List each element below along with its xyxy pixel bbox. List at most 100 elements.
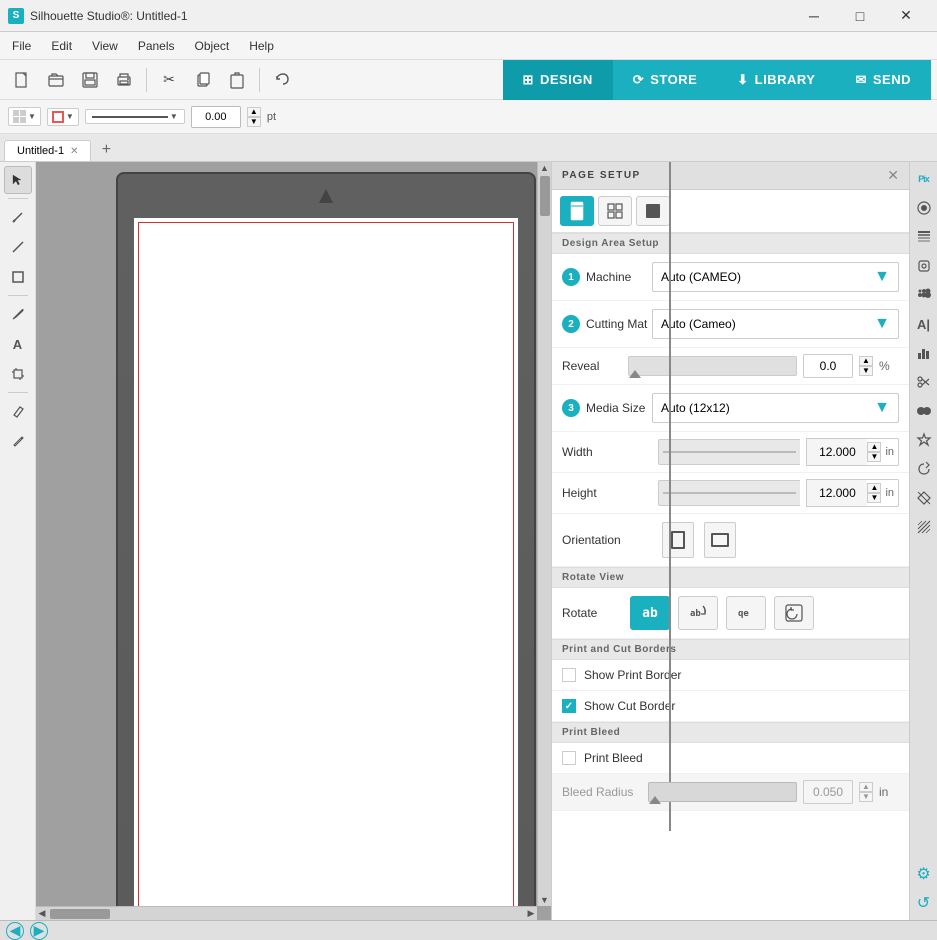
panel-close-button[interactable]: ✕ (887, 167, 899, 184)
bleed-radius-slider[interactable] (648, 782, 797, 802)
vertical-scrollbar[interactable]: ▲ ▼ (537, 162, 551, 906)
width-slider-line (663, 451, 796, 453)
paint-tool[interactable] (911, 195, 937, 221)
show-print-border-checkbox[interactable] (562, 668, 576, 682)
text-style-tool[interactable]: A| (911, 311, 937, 337)
color-swatch[interactable]: ▼ (47, 108, 79, 126)
menu-panels[interactable]: Panels (130, 35, 183, 57)
panel-tab-grid[interactable] (598, 196, 632, 226)
horizontal-scrollbar[interactable]: ◀ ▶ (36, 906, 537, 920)
document-tab[interactable]: Untitled-1 ✕ (4, 140, 91, 161)
store-icon: ⟳ (633, 72, 644, 88)
settings-gear-icon[interactable]: ⚙ (911, 861, 937, 887)
eraser-tool[interactable] (4, 397, 32, 425)
reveal-value-input[interactable] (803, 354, 853, 378)
knife-tool[interactable] (4, 203, 32, 231)
scroll-left-button[interactable]: ◀ (36, 908, 48, 920)
maximize-button[interactable]: □ (837, 0, 883, 32)
line-width-up[interactable]: ▲ (247, 107, 261, 117)
save-button[interactable] (74, 64, 106, 96)
new-tab-button[interactable]: + (95, 139, 117, 161)
pix-tool[interactable]: Pix (911, 166, 937, 192)
show-print-border-row: Show Print Border (552, 660, 909, 691)
machine-dropdown[interactable]: Auto (CAMEO) ▼ (652, 262, 899, 292)
nav-prev-button[interactable]: ◀ (6, 922, 24, 940)
scroll-thumb-h[interactable] (50, 909, 110, 919)
line-width-down[interactable]: ▼ (247, 117, 261, 127)
document-tab-close[interactable]: ✕ (70, 146, 78, 157)
nav-tab-library[interactable]: ⬇ LIBRARY (717, 60, 835, 100)
scissors-tool[interactable] (911, 369, 937, 395)
rotate-270-button[interactable] (774, 596, 814, 630)
pattern-swatch[interactable]: ▼ (8, 107, 41, 126)
scroll-thumb-v[interactable] (540, 176, 550, 216)
reveal-down[interactable]: ▼ (859, 366, 873, 376)
new-button[interactable] (6, 64, 38, 96)
width-input[interactable] (807, 439, 867, 465)
text-tool[interactable]: A (4, 330, 32, 358)
copy-button[interactable] (187, 64, 219, 96)
height-down[interactable]: ▼ (867, 493, 881, 503)
pen-tool[interactable] (4, 300, 32, 328)
refresh-icon[interactable]: ↺ (911, 890, 937, 916)
transform-tool[interactable] (911, 253, 937, 279)
halftone-tool[interactable] (911, 282, 937, 308)
rotate-180-button[interactable]: qe (726, 596, 766, 630)
bleed-radius-input[interactable] (803, 780, 853, 804)
machine-dropdown-arrow: ▼ (874, 268, 890, 286)
menu-view[interactable]: View (84, 35, 126, 57)
scroll-right-button[interactable]: ▶ (525, 908, 537, 920)
menu-edit[interactable]: Edit (43, 35, 80, 57)
bleed-radius-up[interactable]: ▲ (859, 782, 873, 792)
landscape-button[interactable] (704, 522, 736, 558)
canvas-area[interactable]: ▲ ▲ ▼ ◀ ▶ (36, 162, 551, 920)
width-up[interactable]: ▲ (867, 442, 881, 452)
weld-tool[interactable] (911, 398, 937, 424)
open-button[interactable] (40, 64, 72, 96)
height-up[interactable]: ▲ (867, 483, 881, 493)
shape-tool[interactable] (4, 263, 32, 291)
close-button[interactable]: ✕ (883, 0, 929, 32)
cut-button[interactable]: ✂ (153, 64, 185, 96)
chart-tool[interactable] (911, 340, 937, 366)
width-down[interactable]: ▼ (867, 452, 881, 462)
hatch-tool[interactable] (911, 514, 937, 540)
crop-tool[interactable] (4, 360, 32, 388)
lines-tool[interactable] (911, 224, 937, 250)
pencil-tool[interactable] (4, 427, 32, 455)
scroll-up-button[interactable]: ▲ (539, 162, 551, 174)
reveal-up[interactable]: ▲ (859, 356, 873, 366)
nav-tabs: ⊞ DESIGN ⟳ STORE ⬇ LIBRARY ✉ SEND (503, 60, 931, 100)
line-tool[interactable] (4, 233, 32, 261)
scroll-down-button[interactable]: ▼ (539, 894, 551, 906)
print-button[interactable] (108, 64, 140, 96)
nav-tab-send[interactable]: ✉ SEND (835, 60, 931, 100)
line-width-input[interactable] (191, 106, 241, 128)
reveal-slider[interactable] (628, 356, 797, 376)
minimize-button[interactable]: ─ (791, 0, 837, 32)
print-bleed-checkbox[interactable] (562, 751, 576, 765)
fill-color-tool[interactable] (911, 485, 937, 511)
print-bleed-label: Print Bleed (584, 751, 643, 765)
select-tool[interactable] (4, 166, 32, 194)
show-cut-border-checkbox[interactable]: ✓ (562, 699, 576, 713)
nav-next-button[interactable]: ▶ (30, 922, 48, 940)
machine-label: 1 Machine (562, 268, 652, 286)
replicate-tool[interactable] (911, 456, 937, 482)
panel-tab-page[interactable] (560, 196, 594, 226)
nav-tab-store[interactable]: ⟳ STORE (613, 60, 717, 100)
menu-file[interactable]: File (4, 35, 39, 57)
line-style-selector[interactable]: ▼ (85, 109, 185, 124)
paste-button[interactable] (221, 64, 253, 96)
undo-button[interactable] (266, 64, 298, 96)
height-input[interactable] (807, 480, 867, 506)
menu-bar: File Edit View Panels Object Help (0, 32, 937, 60)
bleed-radius-down[interactable]: ▼ (859, 792, 873, 802)
menu-object[interactable]: Object (187, 35, 238, 57)
nav-tab-design[interactable]: ⊞ DESIGN (503, 60, 613, 100)
media-size-dropdown[interactable]: Auto (12x12) ▼ (652, 393, 899, 423)
cutting-mat-dropdown[interactable]: Auto (Cameo) ▼ (652, 309, 899, 339)
menu-help[interactable]: Help (241, 35, 282, 57)
star-tool[interactable] (911, 427, 937, 453)
rotate-90-button[interactable]: ab (678, 596, 718, 630)
